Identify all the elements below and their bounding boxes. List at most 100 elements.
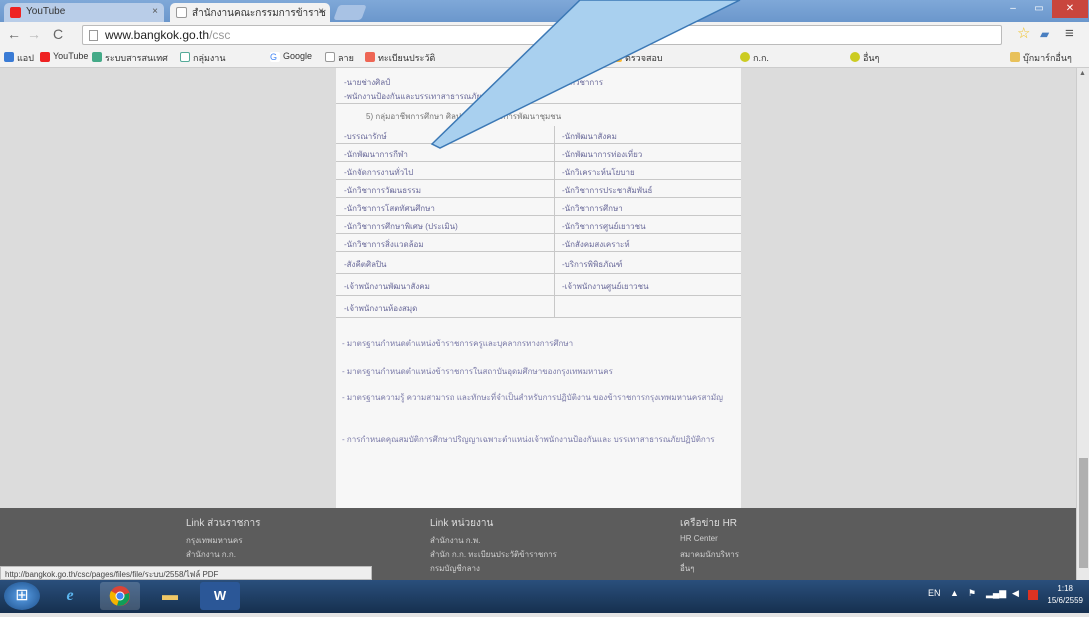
- clock[interactable]: 1:18 15/6/2559: [1047, 583, 1083, 607]
- bookmark-label: ตรวจสอบ: [625, 53, 663, 63]
- column-divider: [554, 126, 555, 143]
- table-row: -เจ้าพนักงานพัฒนาสังคม -เจ้าพนักงานศูนย์เ…: [336, 274, 741, 296]
- table-cell[interactable]: -นักจัดการงานทั่วไป: [344, 166, 554, 179]
- table-cell[interactable]: -นักวิชาการศึกษา: [562, 202, 737, 215]
- tab-strip: YouTube × สำนักงานคณะกรรมการข้าราช × – ▭…: [0, 0, 1089, 22]
- table-row: -นักพัฒนาการกีฬา -นักพัฒนาการท่องเที่ยว: [336, 144, 741, 162]
- bookmark-label: ทะเบียนประวัติ: [378, 53, 436, 63]
- bookmark-item[interactable]: อื่นๆ: [850, 51, 879, 65]
- footer-link[interactable]: สมาคมนักบริหาร: [680, 548, 739, 561]
- bookmark-label: กลุ่มงาน: [193, 53, 226, 63]
- page-icon: [325, 52, 335, 62]
- address-bar[interactable]: www.bangkok.go.th/csc: [82, 25, 1002, 45]
- network-icon[interactable]: ▂▄▆: [986, 588, 1006, 599]
- column-divider: [554, 274, 555, 295]
- close-icon[interactable]: ×: [318, 6, 324, 17]
- star-icon[interactable]: ☆: [1017, 26, 1030, 42]
- scroll-up-icon[interactable]: ▲: [1079, 70, 1086, 77]
- bookmark-label: ระบบสารสนเทศ: [105, 53, 168, 63]
- site-icon: [180, 52, 190, 62]
- bookmark-apps[interactable]: แอป: [4, 51, 34, 65]
- footer-link[interactable]: HR Center: [680, 534, 718, 543]
- tab-youtube[interactable]: YouTube ×: [4, 3, 164, 22]
- page-icon: [89, 30, 98, 41]
- table-cell[interactable]: -นักวิเคราะห์นโยบาย: [562, 166, 737, 179]
- clock-date: 15/6/2559: [1047, 596, 1083, 605]
- minimize-button[interactable]: –: [1000, 0, 1026, 18]
- bookmark-other[interactable]: บุ๊กมาร์กอื่นๆ: [1010, 51, 1072, 65]
- bullet-link[interactable]: - มาตรฐานความรู้ ความสามารถ และทักษะที่จ…: [342, 392, 732, 404]
- tab-active[interactable]: สำนักงานคณะกรรมการข้าราช ×: [170, 3, 330, 22]
- footer-col-title: Link ส่วนราชการ: [186, 518, 261, 529]
- bullet-link[interactable]: - มาตรฐานกำหนดตำแหน่งข้าราชการในสถาบันอุ…: [342, 366, 732, 378]
- table-cell[interactable]: -นายช่างศิลป์: [344, 76, 544, 89]
- table-cell[interactable]: -บรรณารักษ์: [344, 130, 554, 143]
- start-button[interactable]: ⊞: [4, 582, 40, 610]
- bookmark-item[interactable]: ลาย: [325, 51, 354, 65]
- close-icon[interactable]: ×: [152, 6, 158, 17]
- table-cell[interactable]: -นักวิชาการศึกษาพิเศษ (ประเมิน): [344, 220, 554, 233]
- footer-link[interactable]: สำนักงาน ก.พ.: [430, 534, 480, 547]
- volume-icon[interactable]: ◀: [1012, 588, 1019, 599]
- group-heading: 5) กลุ่มอาชีพการศึกษา ศิลปะ สังคม และการ…: [366, 112, 562, 121]
- new-tab-button[interactable]: [333, 5, 367, 20]
- column-divider: [554, 234, 555, 251]
- ie-icon[interactable]: e: [50, 582, 90, 610]
- chrome-icon[interactable]: [100, 582, 140, 610]
- footer-link[interactable]: อื่นๆ: [680, 562, 695, 575]
- word-icon[interactable]: W: [200, 582, 240, 610]
- table-cell[interactable]: -นักพัฒนาการกีฬา: [344, 148, 554, 161]
- window-close-button[interactable]: ✕: [1052, 0, 1088, 18]
- reload-icon[interactable]: C: [50, 26, 66, 42]
- page-icon: [176, 7, 187, 18]
- bookmark-item[interactable]: ระบบ: [560, 51, 594, 65]
- flag-icon[interactable]: ⚑: [968, 588, 976, 599]
- url-path: /csc: [209, 28, 231, 42]
- footer-link[interactable]: กรมบัญชีกลาง: [430, 562, 480, 575]
- footer-link[interactable]: กรุงเทพมหานคร: [186, 534, 242, 547]
- bookmark-item[interactable]: ทะเบียนประวัติ: [365, 51, 435, 65]
- bookmark-youtube[interactable]: YouTube: [40, 51, 88, 62]
- table-cell[interactable]: -นักวิชาการประชาสัมพันธ์: [562, 184, 737, 197]
- table-cell[interactable]: -นักสังคมสงเคราะห์: [562, 238, 737, 251]
- table-cell[interactable]: -เจ้าพนักงานศูนย์เยาวชน: [562, 280, 737, 293]
- bookmark-item[interactable]: ตรวจสอบ: [612, 51, 663, 65]
- bookmark-label: แอป: [17, 53, 34, 63]
- antivirus-icon[interactable]: [1028, 590, 1038, 600]
- footer-link[interactable]: สำนัก ก.ก. ทะเบียนประวัติข้าราชการ: [430, 548, 557, 561]
- table-cell[interactable]: -นักวิชาการศูนย์เยาวชน: [562, 220, 737, 233]
- extension-icon[interactable]: ▰: [1040, 26, 1049, 42]
- column-divider: [554, 296, 555, 317]
- table-cell[interactable]: -นักวิชาการสิ่งแวดล้อม: [344, 238, 554, 251]
- forward-icon[interactable]: →: [26, 26, 42, 42]
- apps-icon: [4, 52, 14, 62]
- bookmark-google[interactable]: G Google: [270, 51, 312, 62]
- folder-icon[interactable]: ▬: [150, 582, 190, 610]
- bullet-link[interactable]: - การกำหนดคุณสมบัติการศึกษาปริญญาเฉพาะตำ…: [342, 434, 732, 446]
- footer-link[interactable]: สำนักงาน ก.ก.: [186, 548, 236, 561]
- vertical-scrollbar[interactable]: ▲ ▼: [1076, 68, 1089, 588]
- table-row: -บรรณารักษ์ -นักพัฒนาสังคม: [336, 126, 741, 144]
- menu-icon[interactable]: ≡: [1065, 26, 1074, 42]
- table-cell[interactable]: -เจ้าพนักงานพัฒนาสังคม: [344, 280, 554, 293]
- scroll-thumb[interactable]: [1079, 458, 1088, 568]
- table-cell[interactable]: -บริการพิพิธภัณฑ์: [562, 258, 737, 271]
- table-cell[interactable]: -นักวิชาการโสตทัศนศึกษา: [344, 202, 554, 215]
- column-divider: [554, 252, 555, 273]
- bookmark-item[interactable]: ระบบสารสนเทศ: [92, 51, 168, 65]
- bookmark-item[interactable]: กลุ่มงาน: [180, 51, 226, 65]
- table-cell[interactable]: -สังคีตศิลปิน: [344, 258, 554, 271]
- bookmark-item[interactable]: ก.ก.: [740, 51, 769, 65]
- language-indicator[interactable]: EN: [928, 588, 941, 598]
- column-divider: [554, 216, 555, 233]
- back-icon[interactable]: ←: [6, 26, 22, 42]
- table-cell[interactable]: -นักพัฒนาการท่องเที่ยว: [562, 148, 737, 161]
- table-cell[interactable]: -นักวิชาการ: [562, 76, 732, 89]
- bullet-link[interactable]: - มาตรฐานกำหนดตำแหน่งข้าราชการครูและบุคล…: [342, 338, 732, 350]
- maximize-button[interactable]: ▭: [1026, 0, 1052, 18]
- tray-arrow-icon[interactable]: ▲: [950, 588, 959, 598]
- table-cell[interactable]: -นักวิชาการวัฒนธรรม: [344, 184, 554, 197]
- table-cell[interactable]: -เจ้าพนักงานห้องสมุด: [344, 302, 554, 315]
- table-cell[interactable]: -พนักงานป้องกันและบรรเทาสาธารณภัย: [344, 90, 544, 103]
- table-cell[interactable]: -นักพัฒนาสังคม: [562, 130, 737, 143]
